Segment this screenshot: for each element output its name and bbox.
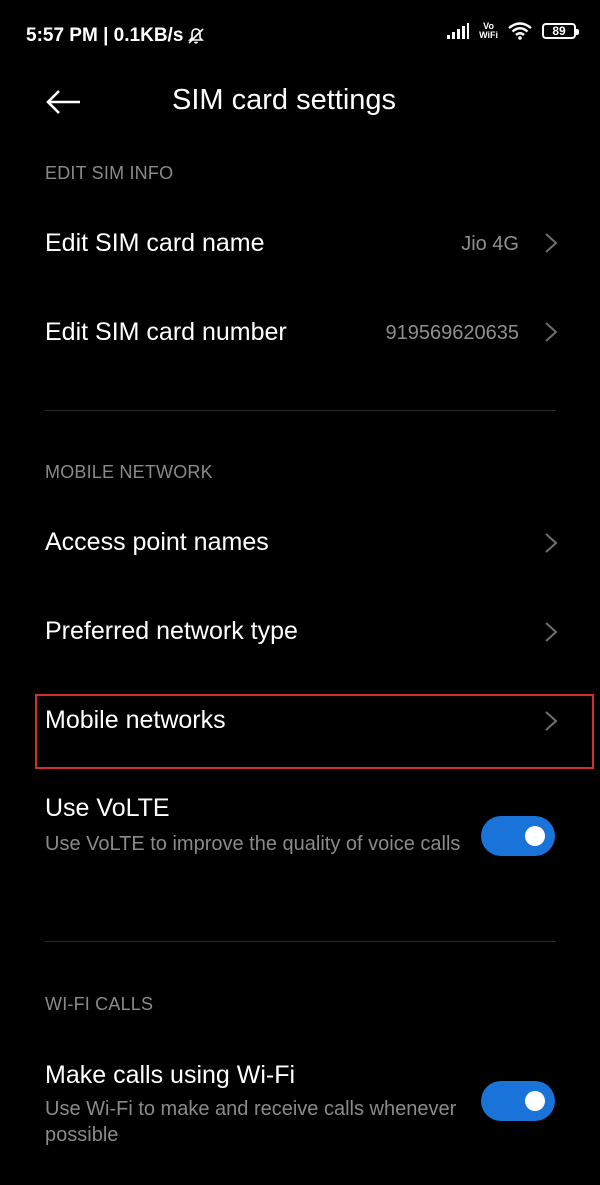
access-point-names-label: Access point names <box>45 528 269 556</box>
signal-icon <box>447 23 470 39</box>
chevron-right-icon <box>545 533 558 553</box>
use-volte-description: Use VoLTE to improve the quality of voic… <box>45 833 461 855</box>
access-point-names-row[interactable]: Access point names <box>0 500 600 588</box>
status-bar: 5:57 PM | 0.1KB/s Vo WiFi 89 <box>0 0 600 72</box>
edit-sim-number-row[interactable]: Edit SIM card number 919569620635 <box>0 288 600 378</box>
arrow-left-icon <box>46 90 80 114</box>
mobile-networks-label: Mobile networks <box>45 706 226 734</box>
edit-sim-number-label: Edit SIM card number <box>45 318 287 346</box>
status-time: 5:57 PM | 0.1KB/s <box>26 25 184 46</box>
chevron-right-icon <box>545 711 558 731</box>
edit-sim-name-value: Jio 4G <box>461 233 519 255</box>
edit-sim-name-row[interactable]: Edit SIM card name Jio 4G <box>0 200 600 288</box>
battery-level: 89 <box>552 24 566 38</box>
preferred-network-type-row[interactable]: Preferred network type <box>0 588 600 678</box>
divider <box>45 941 556 942</box>
divider <box>45 410 556 411</box>
page-title: SIM card settings <box>172 84 397 116</box>
wifi-calling-description: Use Wi-Fi to make and receive calls when… <box>45 1098 457 1146</box>
status-right: Vo WiFi 89 <box>447 22 579 40</box>
battery-indicator: 89 <box>542 23 579 39</box>
toggle-knob <box>525 1091 545 1111</box>
section-header-wifi-calls: WI-FI CALLS <box>45 994 154 1014</box>
wifi-calling-toggle[interactable] <box>481 1081 555 1121</box>
vowifi-bottom: WiFi <box>479 30 498 40</box>
vowifi-indicator: Vo WiFi <box>479 22 498 40</box>
back-button[interactable] <box>44 82 84 122</box>
chevron-right-icon <box>545 233 558 253</box>
status-left: 5:57 PM | 0.1KB/s <box>26 25 205 47</box>
muted-bell-icon <box>188 28 205 44</box>
toggle-knob <box>525 826 545 846</box>
mobile-networks-row[interactable]: Mobile networks <box>0 678 600 766</box>
chevron-right-icon <box>545 622 558 642</box>
edit-sim-name-label: Edit SIM card name <box>45 229 265 257</box>
app-header: SIM card settings <box>0 72 600 132</box>
section-header-edit-sim-info: EDIT SIM INFO <box>45 163 174 183</box>
use-volte-label: Use VoLTE <box>45 794 170 822</box>
wifi-icon <box>508 22 532 40</box>
volte-toggle[interactable] <box>481 816 555 856</box>
wifi-calling-label: Make calls using Wi-Fi <box>45 1061 296 1089</box>
chevron-right-icon <box>545 322 558 342</box>
section-header-mobile-network: MOBILE NETWORK <box>45 462 213 482</box>
wifi-calling-row[interactable]: Make calls using Wi-Fi Use Wi-Fi to make… <box>0 1045 600 1165</box>
preferred-network-type-label: Preferred network type <box>45 617 298 645</box>
use-volte-row[interactable]: Use VoLTE Use VoLTE to improve the quali… <box>0 780 600 900</box>
edit-sim-number-value: 919569620635 <box>385 322 519 344</box>
